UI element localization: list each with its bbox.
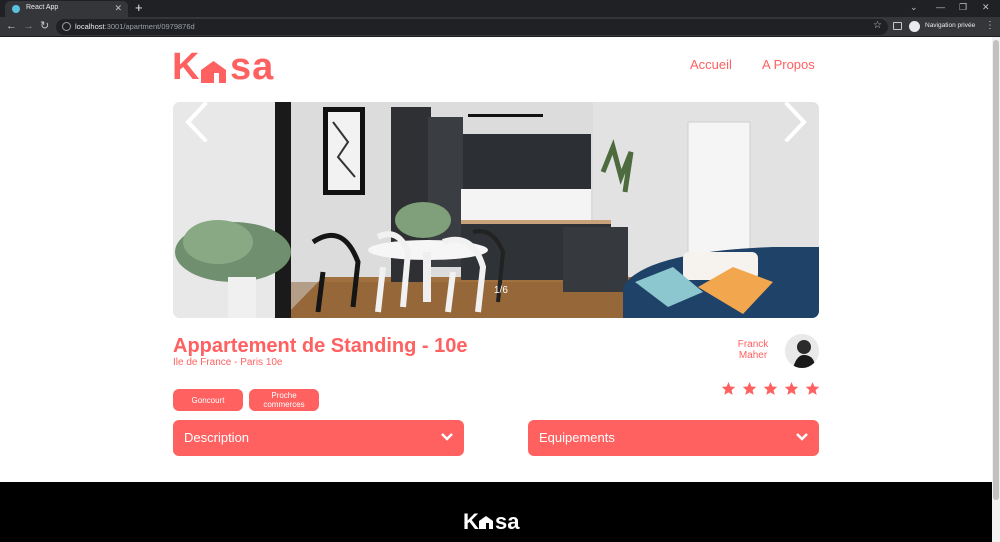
tab-title: React App	[26, 4, 59, 11]
tab-close-icon[interactable]: ✕	[114, 3, 122, 14]
footer-kasa-logo: K sa	[463, 509, 533, 534]
description-collapse[interactable]: Description	[173, 420, 464, 456]
minimize-button[interactable]: —	[936, 2, 945, 12]
tab-search-icon[interactable]: ⌄	[910, 2, 918, 13]
host-name: Franck Maher	[734, 339, 772, 361]
listing-location: Ile de France - Paris 10e	[173, 357, 283, 368]
new-tab-button[interactable]: +	[135, 1, 143, 15]
kasa-logo[interactable]: K sa	[172, 46, 284, 88]
chevron-down-icon[interactable]	[440, 432, 454, 442]
footer-logo-letter-k: K	[463, 509, 479, 534]
tag-goncourt: Goncourt	[173, 389, 243, 411]
star-icon	[742, 381, 757, 395]
listing-title: Appartement de Standing - 10e	[173, 335, 468, 357]
equipements-collapse[interactable]: Equipements	[528, 420, 819, 456]
page-footer: K sa	[0, 482, 992, 542]
footer-logo-letters-sa: sa	[495, 509, 520, 534]
slide-counter: 1/6	[494, 285, 508, 296]
host-portrait-icon	[785, 334, 819, 368]
browser-toolbar: ← → ↻ localhost:3001/apartment/0979876d …	[0, 17, 1000, 37]
browser-tabstrip: React App ✕ + ⌄ — ❐ ✕	[0, 0, 1000, 17]
incognito-avatar-icon[interactable]	[909, 21, 920, 32]
tag-proche-commerces: Proche commerces	[249, 389, 319, 411]
collapse-label-equipements: Equipements	[539, 430, 615, 445]
host-last-name: Maher	[738, 350, 768, 361]
forward-arrow-icon[interactable]: →	[23, 19, 34, 33]
browser-tab[interactable]: React App ✕	[5, 1, 128, 17]
browser-menu-icon[interactable]: ⋮	[985, 20, 995, 31]
footer-house-icon	[479, 516, 493, 529]
react-favicon-icon	[12, 5, 20, 13]
nav-apropos-link[interactable]: A Propos	[762, 57, 815, 72]
star-icon	[784, 381, 799, 395]
url-text: localhost:3001/apartment/0979876d	[75, 22, 195, 31]
side-panel-icon[interactable]	[893, 22, 902, 30]
host-first-name: Franck	[737, 339, 769, 350]
logo-letters-sa: sa	[230, 46, 275, 88]
address-bar[interactable]: localhost:3001/apartment/0979876d ☆	[56, 19, 888, 35]
star-icon	[721, 381, 736, 395]
bookmark-star-icon[interactable]: ☆	[873, 20, 882, 31]
star-icon	[763, 381, 778, 395]
next-arrow-icon[interactable]	[782, 102, 808, 142]
chevron-down-icon[interactable]	[795, 432, 809, 442]
reload-icon[interactable]: ↻	[40, 19, 49, 33]
house-icon	[201, 61, 226, 83]
star-icon	[805, 381, 820, 395]
close-window-button[interactable]: ✕	[982, 2, 990, 13]
private-browsing-label[interactable]: Navigation privée	[925, 22, 975, 29]
nav-accueil-link[interactable]: Accueil	[690, 57, 732, 72]
site-info-icon[interactable]	[62, 22, 71, 31]
host-avatar	[785, 334, 819, 368]
previous-arrow-icon[interactable]	[184, 102, 210, 142]
restore-button[interactable]: ❐	[959, 2, 967, 13]
collapse-label-description: Description	[184, 430, 250, 445]
back-arrow-icon[interactable]: ←	[6, 19, 17, 33]
scrollbar-thumb[interactable]	[993, 40, 999, 500]
page-viewport: K sa Accueil A Propos 1/6 Appartement de…	[0, 37, 992, 542]
logo-letter-k: K	[172, 46, 201, 88]
